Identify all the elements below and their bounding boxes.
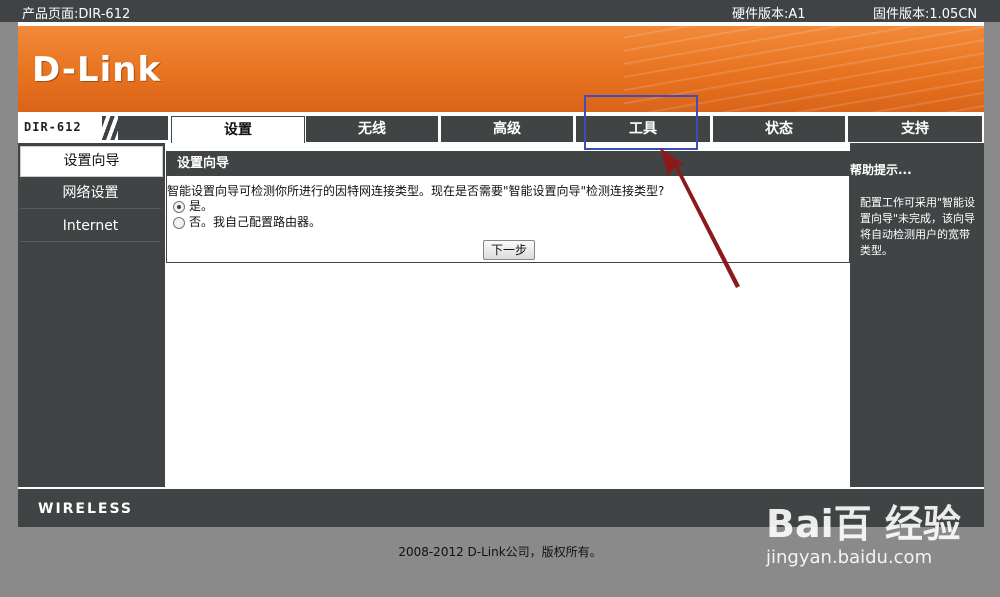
baidu-watermark: Bai百 经验 jingyan.baidu.com [766,487,986,577]
watermark-logo: Bai百 经验 [766,502,961,546]
watermark-url: jingyan.baidu.com [766,547,933,568]
